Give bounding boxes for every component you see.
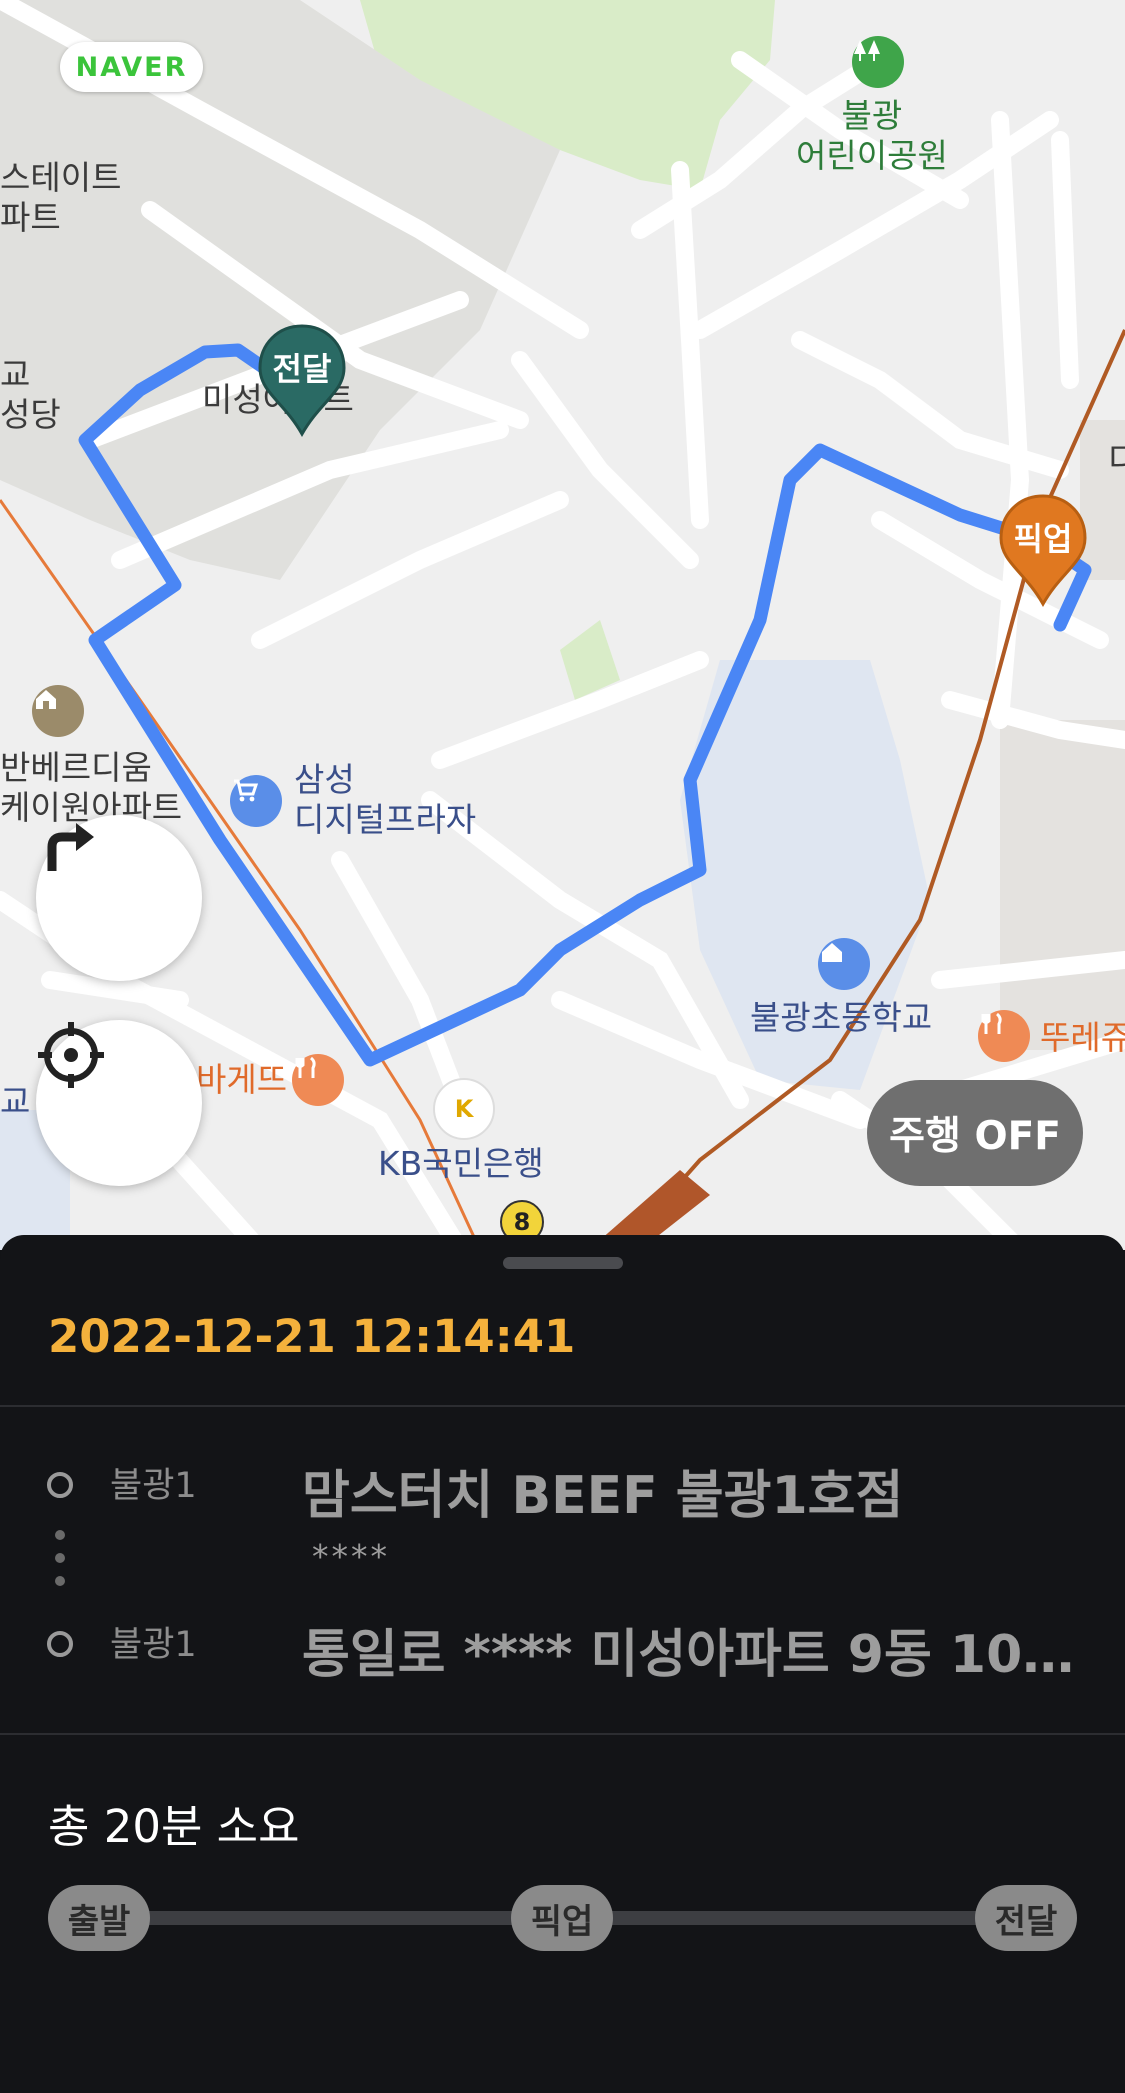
- shopping-cart-icon: [230, 775, 282, 827]
- naver-logo: NAVER: [60, 42, 203, 92]
- step-pickup: 픽업: [511, 1885, 613, 1951]
- connector-dot: [55, 1553, 65, 1563]
- total-time: 총 20분 소요: [48, 1800, 300, 1853]
- restaurant-label-left: 바게뜨: [196, 1060, 288, 1099]
- order-datetime: 2022-12-21 12:14:41: [48, 1310, 576, 1363]
- park-icon: [852, 36, 904, 88]
- order-detail-sheet: 2022-12-21 12:14:41 불광1 맘스터치 BEEF 불광1호점 …: [0, 1235, 1125, 2093]
- divider: [0, 1405, 1125, 1407]
- restaurant-icon: [292, 1054, 344, 1106]
- pickup-pin[interactable]: 픽업: [995, 492, 1091, 608]
- school-icon: [818, 938, 870, 990]
- restaurant-label-right: 뚜레쥬: [1040, 1018, 1125, 1057]
- pickup-stop-dot: [47, 1472, 73, 1498]
- turn-direction-button[interactable]: [36, 815, 202, 981]
- pickup-store-name: 맘스터치 BEEF 불광1호점: [302, 1466, 904, 1526]
- step-departure: 출발: [48, 1885, 150, 1951]
- drive-toggle-button[interactable]: 주행 OFF: [867, 1080, 1083, 1186]
- delivery-pin[interactable]: 전달: [254, 322, 350, 438]
- divider: [0, 1733, 1125, 1735]
- edge-label-right: 디: [1108, 440, 1125, 479]
- apartment-icon: [32, 685, 84, 737]
- kb-bank-label: KB국민은행: [378, 1144, 544, 1183]
- sheet-drag-handle[interactable]: [503, 1257, 623, 1269]
- park-label: 불광 어린이공원: [796, 96, 948, 175]
- turn-right-arrow-icon: [47, 823, 94, 871]
- estate-label: 스테이트 파트: [0, 158, 122, 237]
- edge-label-left: 교: [0, 1082, 31, 1121]
- church-label: 교 성당: [0, 355, 61, 434]
- connector-dot: [55, 1576, 65, 1586]
- restaurant-icon: [978, 1010, 1030, 1062]
- crosshair-icon: [38, 1022, 104, 1088]
- locate-me-button[interactable]: [36, 1020, 202, 1186]
- connector-dot: [55, 1530, 65, 1540]
- pickup-pin-label: 픽업: [1013, 520, 1073, 558]
- digital-plaza-label: 삼성 디지털프라자: [294, 760, 477, 839]
- delivery-area: 불광1: [110, 1625, 197, 1665]
- pickup-area: 불광1: [110, 1466, 197, 1506]
- delivery-stop-dot: [47, 1631, 73, 1657]
- map-view[interactable]: NAVER 불광 어린이공원 스테이트 파트 교 성당 미성아파트 반베르디움 …: [0, 0, 1125, 1250]
- delivery-pin-label: 전달: [272, 350, 332, 388]
- school-label: 불광초등학교: [750, 998, 933, 1037]
- kb-bank-icon: K: [433, 1078, 495, 1140]
- pickup-address-masked: ****: [312, 1537, 390, 1576]
- step-delivery: 전달: [975, 1885, 1077, 1951]
- delivery-address: 통일로 **** 미성아파트 9동 10…: [302, 1625, 1075, 1685]
